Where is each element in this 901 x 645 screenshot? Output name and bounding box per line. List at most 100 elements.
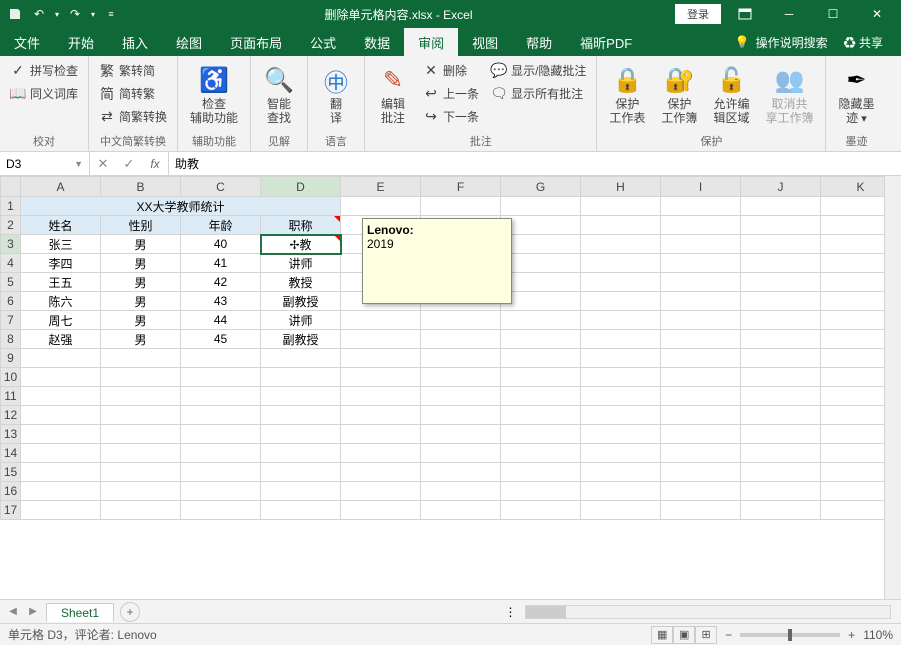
cell-title[interactable]: XX大学教师统计 [21, 197, 341, 216]
col-I[interactable]: I [661, 177, 741, 197]
zoom-level[interactable]: 110% [863, 628, 893, 642]
cell[interactable]: 40 [181, 235, 261, 254]
zoom-out-icon[interactable]: − [725, 628, 732, 642]
sheet-nav-next-icon[interactable]: ▶ [24, 603, 42, 621]
allow-edit-ranges-button[interactable]: 🔓允许编辑区域 [707, 60, 755, 131]
col-G[interactable]: G [501, 177, 581, 197]
tab-home[interactable]: 开始 [54, 28, 108, 56]
show-all-comments-button[interactable]: 🗨显示所有批注 [487, 83, 590, 104]
normal-view-icon[interactable]: ▦ [651, 626, 673, 644]
row-15[interactable]: 15 [1, 463, 21, 482]
select-all-corner[interactable] [1, 177, 21, 197]
zoom-in-icon[interactable]: + [848, 628, 855, 642]
redo-icon[interactable]: ↷ [64, 3, 86, 25]
row-14[interactable]: 14 [1, 444, 21, 463]
cancel-edit-icon[interactable]: ✕ [90, 152, 116, 176]
smart-lookup-button[interactable]: 🔍 智能查找 [257, 60, 301, 131]
row-6[interactable]: 6 [1, 292, 21, 311]
confirm-edit-icon[interactable]: ✓ [116, 152, 142, 176]
col-H[interactable]: H [581, 177, 661, 197]
translate-button[interactable]: ㊥ 翻译 [314, 60, 358, 131]
sc2tc-button[interactable]: 繁繁转简 [95, 60, 171, 81]
col-D[interactable]: D [261, 177, 341, 197]
next-comment-button[interactable]: ↪下一条 [419, 106, 483, 127]
delete-comment-button[interactable]: ✕删除 [419, 60, 483, 81]
tab-view[interactable]: 视图 [458, 28, 512, 56]
cell[interactable]: 张三 [21, 235, 101, 254]
conv-button[interactable]: ⇄简繁转换 [95, 106, 171, 127]
cell[interactable]: 男 [101, 235, 181, 254]
cell[interactable]: 性别 [101, 216, 181, 235]
sheet-nav-prev-icon[interactable]: ◀ [4, 603, 22, 621]
ribbon-options-icon[interactable] [725, 0, 765, 28]
tab-file[interactable]: 文件 [0, 28, 54, 56]
row-11[interactable]: 11 [1, 387, 21, 406]
vertical-scrollbar[interactable] [884, 176, 901, 599]
edit-comment-button[interactable]: ✎ 编辑批注 [371, 60, 415, 131]
save-icon[interactable] [4, 3, 26, 25]
undo-dd-icon[interactable]: ▾ [52, 3, 62, 25]
qat-more-icon[interactable]: ≡ [100, 3, 122, 25]
tab-review[interactable]: 审阅 [404, 28, 458, 56]
col-B[interactable]: B [101, 177, 181, 197]
protect-sheet-button[interactable]: 🔒保护工作表 [603, 60, 651, 131]
cell[interactable]: 姓名 [21, 216, 101, 235]
tab-formula[interactable]: 公式 [296, 28, 350, 56]
tab-data[interactable]: 数据 [350, 28, 404, 56]
sheet-tab[interactable]: Sheet1 [46, 603, 114, 622]
cell[interactable]: 职称 [261, 216, 341, 235]
col-E[interactable]: E [341, 177, 421, 197]
row-16[interactable]: 16 [1, 482, 21, 501]
check-accessibility-button[interactable]: ♿ 检查辅助功能 [184, 60, 244, 131]
share-button[interactable]: ♻ 共享 [834, 34, 893, 51]
row-1[interactable]: 1 [1, 197, 21, 216]
cell[interactable]: 年龄 [181, 216, 261, 235]
row-17[interactable]: 17 [1, 501, 21, 520]
undo-icon[interactable]: ↶ [28, 3, 50, 25]
row-2[interactable]: 2 [1, 216, 21, 235]
redo-dd-icon[interactable]: ▾ [88, 3, 98, 25]
comment-popup[interactable]: Lenovo: 2019 [362, 218, 512, 304]
page-break-view-icon[interactable]: ⊞ [695, 626, 717, 644]
row-3[interactable]: 3 [1, 235, 21, 254]
tab-foxit[interactable]: 福昕PDF [566, 28, 646, 56]
row-12[interactable]: 12 [1, 406, 21, 425]
maximize-icon[interactable]: ☐ [813, 0, 853, 28]
tab-insert[interactable]: 插入 [108, 28, 162, 56]
name-box[interactable]: D3▼ [0, 152, 90, 175]
col-C[interactable]: C [181, 177, 261, 197]
tab-draw[interactable]: 绘图 [162, 28, 216, 56]
spreadsheet-grid[interactable]: A B C D E F G H I J K 1XX大学教师统计 2 姓名 性别 … [0, 176, 901, 599]
show-comment-button[interactable]: 💬显示/隐藏批注 [487, 60, 590, 81]
protect-workbook-button[interactable]: 🔐保护工作簿 [655, 60, 703, 131]
tc2sc-button[interactable]: 简简转繁 [95, 83, 171, 104]
hide-ink-button[interactable]: ✒隐藏墨迹 ▾ [832, 60, 880, 131]
fx-icon[interactable]: fx [142, 152, 168, 176]
row-10[interactable]: 10 [1, 368, 21, 387]
col-J[interactable]: J [741, 177, 821, 197]
col-A[interactable]: A [21, 177, 101, 197]
tab-help[interactable]: 帮助 [512, 28, 566, 56]
spell-check-button[interactable]: ✓拼写检查 [6, 60, 82, 81]
row-7[interactable]: 7 [1, 311, 21, 330]
page-layout-view-icon[interactable]: ▣ [673, 626, 695, 644]
horizontal-scrollbar[interactable] [525, 605, 891, 619]
close-icon[interactable]: ✕ [857, 0, 897, 28]
active-cell[interactable]: ✢助教教 [261, 235, 341, 254]
zoom-slider[interactable] [740, 633, 840, 637]
row-9[interactable]: 9 [1, 349, 21, 368]
minimize-icon[interactable]: ─ [769, 0, 809, 28]
row-8[interactable]: 8 [1, 330, 21, 349]
row-13[interactable]: 13 [1, 425, 21, 444]
tell-me[interactable]: 操作说明搜索 [756, 34, 828, 51]
row-4[interactable]: 4 [1, 254, 21, 273]
row-5[interactable]: 5 [1, 273, 21, 292]
namebox-dd-icon[interactable]: ▼ [74, 159, 83, 169]
tab-layout[interactable]: 页面布局 [216, 28, 296, 56]
prev-comment-button[interactable]: ↩上一条 [419, 83, 483, 104]
login-button[interactable]: 登录 [675, 4, 721, 24]
add-sheet-button[interactable]: + [120, 602, 140, 622]
formula-input[interactable]: 助教 [169, 155, 901, 172]
col-F[interactable]: F [421, 177, 501, 197]
thesaurus-button[interactable]: 📖同义词库 [6, 83, 82, 104]
